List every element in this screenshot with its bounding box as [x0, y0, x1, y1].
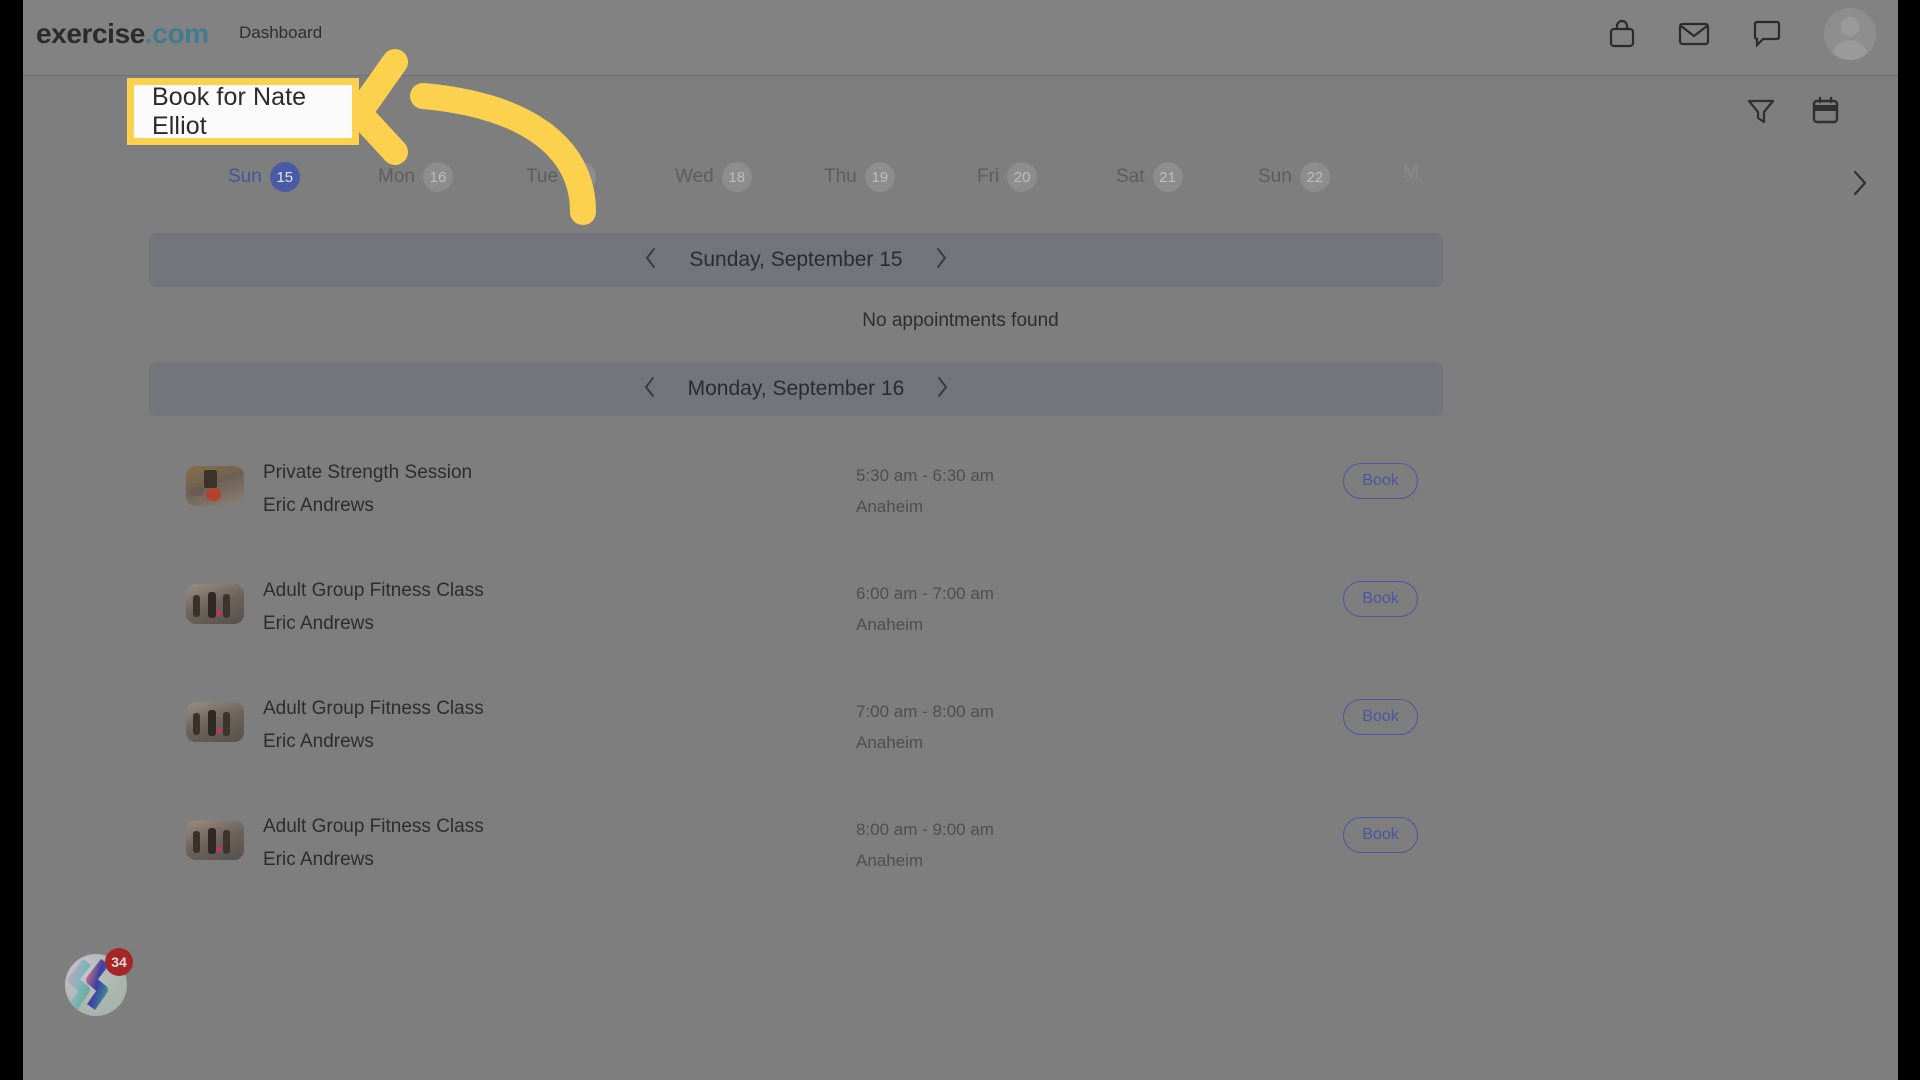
day-date-pill: 15: [269, 162, 300, 192]
date-section-header-monday: Monday, September 16: [149, 362, 1443, 416]
day-tab-fri-20[interactable]: Fri 20: [977, 162, 1038, 192]
page-title: Book for Nate Elliot: [152, 82, 307, 140]
day-weekday-label: Tue: [526, 166, 559, 187]
next-date-chevron-icon[interactable]: [934, 375, 950, 404]
appointment-time: 6:00 am - 7:00 am: [856, 584, 994, 603]
day-tab-thu-19[interactable]: Thu 19: [824, 162, 895, 192]
day-date-pill: 16: [422, 162, 453, 192]
filter-icon[interactable]: [1746, 97, 1776, 130]
date-section-label: Monday, September 16: [687, 377, 905, 400]
day-date-pill: 17: [566, 162, 597, 192]
day-weekday-label: M: [1403, 162, 1419, 183]
day-tab-mon-16[interactable]: Mon 16: [378, 162, 453, 192]
day-weekday-label: Mon: [378, 166, 415, 187]
day-weekday-label: Wed: [675, 166, 714, 187]
brand-logo[interactable]: exercise.com: [36, 18, 209, 50]
appointment-trainer: Eric Andrews: [263, 849, 374, 870]
appointment-name: Adult Group Fitness Class: [263, 580, 484, 601]
prev-date-chevron-icon[interactable]: [643, 246, 659, 275]
day-date-pill: 18: [721, 162, 752, 192]
day-weekday-label: Sun: [228, 166, 262, 187]
day-weekday-label: Sat: [1116, 166, 1145, 187]
appointment-row[interactable]: Adult Group Fitness Class Eric Andrews 8…: [23, 816, 1898, 908]
no-appointments-message: No appointments found: [862, 310, 1059, 331]
appointment-name: Adult Group Fitness Class: [263, 698, 484, 719]
day-weekday-label: Sun: [1258, 166, 1292, 187]
appointment-location: Anaheim: [856, 733, 924, 752]
appointment-row[interactable]: Adult Group Fitness Class Eric Andrews 7…: [23, 698, 1898, 790]
day-tab-sun-22[interactable]: Sun 22: [1258, 162, 1330, 192]
chat-icon[interactable]: [1752, 20, 1782, 48]
day-date-pill: 22: [1299, 162, 1330, 192]
appointment-thumbnail-group-class: [186, 820, 244, 860]
appointment-name: Private Strength Session: [263, 462, 473, 483]
day-tab-sun-15[interactable]: Sun 15: [228, 162, 300, 192]
book-button[interactable]: Book: [1343, 581, 1418, 617]
appointment-name: Adult Group Fitness Class: [263, 816, 484, 837]
app-viewport: exercise.com Dashboard Sun 15 Mon 16 Tue…: [23, 0, 1898, 1080]
appointment-trainer: Eric Andrews: [263, 731, 374, 752]
next-date-chevron-icon[interactable]: [933, 246, 949, 275]
appointment-location: Anaheim: [856, 497, 924, 516]
appointment-location: Anaheim: [856, 615, 924, 634]
day-date-pill: 20: [1007, 162, 1038, 192]
annotation-highlight-box: Book for Nate Elliot: [127, 78, 359, 145]
appointment-trainer: Eric Andrews: [263, 613, 374, 634]
day-date-pill: 21: [1152, 162, 1183, 192]
appointment-time: 8:00 am - 9:00 am: [856, 820, 994, 839]
appointment-row[interactable]: Private Strength Session Eric Andrews 5:…: [23, 462, 1898, 554]
shopping-bag-icon[interactable]: [1608, 19, 1636, 49]
day-tab-wed-18[interactable]: Wed 18: [675, 162, 752, 192]
avatar[interactable]: [1824, 8, 1876, 60]
day-tab-sat-21[interactable]: Sat 21: [1116, 162, 1183, 192]
date-section-label: Sunday, September 15: [689, 248, 903, 271]
day-selector-strip: Sun 15 Mon 16 Tue 17 Wed 18 Thu 19 Fri 2…: [23, 162, 1898, 208]
floating-assistant-widget[interactable]: 34: [65, 948, 133, 1016]
mail-icon[interactable]: [1678, 21, 1710, 47]
day-date-pill: 19: [864, 162, 895, 192]
appointment-thumbnail-group-class: [186, 584, 244, 624]
logo-suffix-text: .com: [144, 18, 209, 49]
nav-item-dashboard[interactable]: Dashboard: [239, 23, 322, 43]
nav-icon-group: [1608, 8, 1876, 60]
date-section-header-sunday: Sunday, September 15: [149, 233, 1443, 287]
appointment-location: Anaheim: [856, 851, 924, 870]
book-button[interactable]: Book: [1343, 817, 1418, 853]
header-tool-group: [1746, 96, 1840, 130]
appointment-time: 7:00 am - 8:00 am: [856, 702, 994, 721]
appointment-row[interactable]: Adult Group Fitness Class Eric Andrews 6…: [23, 580, 1898, 672]
top-navigation-bar: exercise.com Dashboard: [23, 0, 1898, 76]
next-day-chevron-icon[interactable]: [1850, 168, 1870, 203]
day-weekday-label: Fri: [977, 166, 1000, 187]
appointment-thumbnail-kettlebell: [186, 466, 244, 506]
appointment-trainer: Eric Andrews: [263, 495, 374, 516]
logo-main-text: exercise: [36, 18, 145, 49]
screenshot-stage: exercise.com Dashboard Sun 15 Mon 16 Tue…: [0, 0, 1920, 1080]
appointment-thumbnail-group-class: [186, 702, 244, 742]
notification-badge: 34: [105, 948, 133, 976]
calendar-icon[interactable]: [1811, 96, 1840, 130]
day-tab-next-partial[interactable]: M: [1403, 162, 1421, 184]
book-button[interactable]: Book: [1343, 463, 1418, 499]
day-weekday-label: Thu: [824, 166, 857, 187]
appointment-time: 5:30 am - 6:30 am: [856, 466, 994, 485]
prev-date-chevron-icon[interactable]: [642, 375, 658, 404]
book-button[interactable]: Book: [1343, 699, 1418, 735]
day-tab-tue-17[interactable]: Tue 17: [526, 162, 597, 192]
